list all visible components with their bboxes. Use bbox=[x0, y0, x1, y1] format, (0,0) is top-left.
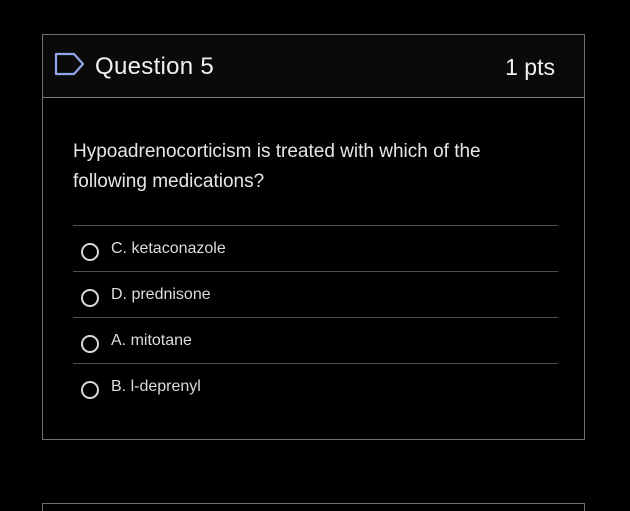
question-title: Question 5 bbox=[95, 53, 215, 80]
answer-option[interactable]: B. l-deprenyl bbox=[73, 363, 558, 409]
radio-button-icon[interactable] bbox=[81, 381, 99, 399]
answer-option[interactable]: A. mitotane bbox=[73, 317, 558, 363]
question-text: Hypoadrenocorticism is treated with whic… bbox=[73, 141, 481, 192]
quiz-page: Question 5 1 pts Hypoadrenocorticism is … bbox=[0, 0, 630, 511]
answer-label[interactable]: D. prednisone bbox=[111, 284, 211, 306]
question-card: Question 5 1 pts Hypoadrenocorticism is … bbox=[42, 34, 585, 440]
answer-option[interactable]: C. ketaconazole bbox=[73, 225, 558, 271]
radio-button-icon[interactable] bbox=[81, 289, 99, 307]
next-question-card-edge bbox=[42, 503, 585, 511]
answer-label[interactable]: C. ketaconazole bbox=[111, 238, 226, 260]
question-points: 1 pts bbox=[505, 54, 555, 80]
radio-button-icon[interactable] bbox=[81, 243, 99, 261]
answer-list: C. ketaconazole D. prednisone A. mitotan… bbox=[73, 225, 558, 409]
answer-option[interactable]: D. prednisone bbox=[73, 271, 558, 317]
answer-label[interactable]: A. mitotane bbox=[111, 330, 192, 352]
question-header: Question 5 1 pts bbox=[43, 35, 584, 98]
answer-label[interactable]: B. l-deprenyl bbox=[111, 376, 201, 398]
radio-button-icon[interactable] bbox=[81, 335, 99, 353]
flag-outline-icon[interactable] bbox=[54, 52, 86, 76]
